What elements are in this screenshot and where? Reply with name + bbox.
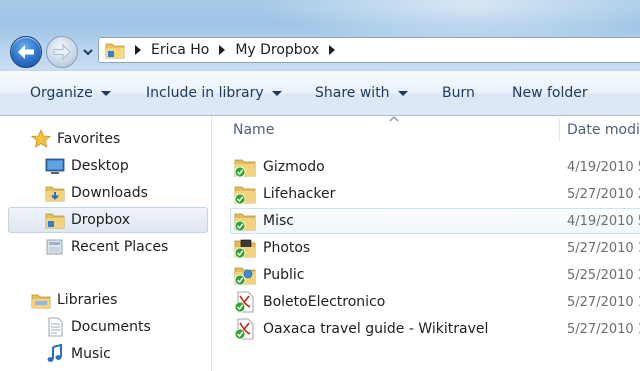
nav-favorites[interactable]: Favorites: [8, 126, 208, 152]
file-row[interactable]: Photos 5/27/2010 1: [230, 235, 640, 261]
desktop-icon: [45, 158, 65, 174]
organize-menu[interactable]: Organize: [30, 71, 111, 115]
chevron-down-icon: [83, 49, 93, 56]
pdf-file-icon: [234, 318, 254, 340]
file-row[interactable]: Lifehacker 5/27/2010 2: [230, 181, 640, 207]
file-date-modified: 5/27/2010 1: [567, 294, 640, 310]
breadcrumb-separator[interactable]: [135, 45, 141, 55]
file-name: Lifehacker: [263, 186, 336, 202]
nav-downloads[interactable]: Downloads: [8, 180, 208, 206]
include-in-library-label: Include in library: [146, 85, 264, 101]
navigation-pane: Favorites Desktop Downloads Dropbox Rece…: [0, 116, 212, 371]
libraries-icon: [31, 294, 51, 309]
file-name: Gizmodo: [263, 159, 325, 175]
nav-music-label: Music: [71, 346, 111, 362]
include-in-library-menu[interactable]: Include in library: [146, 71, 282, 115]
nav-desktop-label: Desktop: [71, 158, 129, 174]
dropbox-public-folder-icon: [234, 267, 256, 286]
caret-down-icon: [271, 90, 282, 96]
column-header-name[interactable]: Name: [233, 116, 274, 144]
back-arrow-icon: [18, 45, 34, 59]
window-chrome: Erica Ho My Dropbox: [0, 0, 640, 70]
new-folder-label: New folder: [512, 85, 588, 101]
forward-arrow-icon: [53, 44, 71, 60]
caret-down-icon: [397, 90, 408, 96]
organize-label: Organize: [30, 85, 93, 101]
dropbox-folder-icon: [234, 186, 256, 205]
new-folder-button[interactable]: New folder: [512, 71, 588, 115]
breadcrumb-my-dropbox[interactable]: My Dropbox: [235, 42, 319, 58]
file-date-modified: 4/19/2010 5: [567, 213, 640, 229]
nav-music[interactable]: Music: [8, 341, 208, 367]
file-name: Misc: [263, 213, 294, 229]
burn-label: Burn: [442, 85, 475, 101]
recent-places-icon: [46, 239, 63, 255]
nav-dropbox[interactable]: Dropbox: [8, 207, 208, 233]
file-row[interactable]: Oaxaca travel guide - Wikitravel 5/27/201…: [230, 316, 640, 342]
breadcrumb-erica-ho[interactable]: Erica Ho: [151, 42, 209, 58]
nav-libraries[interactable]: Libraries: [8, 287, 208, 313]
nav-documents[interactable]: Documents: [8, 314, 208, 340]
star-icon: [31, 129, 51, 148]
breadcrumb-separator[interactable]: [219, 45, 226, 55]
dropbox-photos-folder-icon: [234, 239, 256, 259]
file-date-modified: 4/19/2010 5: [567, 159, 640, 175]
file-row[interactable]: Misc 4/19/2010 5: [230, 208, 640, 234]
caret-down-icon: [100, 90, 111, 96]
file-row[interactable]: Gizmodo 4/19/2010 5: [230, 154, 640, 180]
pdf-file-icon: [234, 291, 254, 313]
burn-button[interactable]: Burn: [442, 71, 475, 115]
column-header-date-modified[interactable]: Date modifi: [567, 116, 640, 144]
dropbox-folder-icon: [105, 43, 125, 59]
back-button[interactable]: [10, 36, 42, 68]
documents-icon: [48, 317, 63, 337]
music-note-icon: [47, 344, 62, 362]
nav-documents-label: Documents: [71, 319, 151, 335]
address-bar[interactable]: Erica Ho My Dropbox: [98, 37, 640, 63]
file-row[interactable]: Public 5/25/2010 3: [230, 262, 640, 288]
nav-favorites-label: Favorites: [57, 131, 121, 147]
file-list: Name Date modifi Gizmodo 4/19/2010 5 Lifeh…: [212, 116, 640, 371]
file-date-modified: 5/25/2010 3: [567, 267, 640, 283]
share-with-label: Share with: [315, 85, 390, 101]
nav-downloads-label: Downloads: [71, 185, 148, 201]
breadcrumb-separator[interactable]: [329, 45, 336, 55]
dropbox-folder-icon: [45, 213, 65, 229]
nav-recent-places[interactable]: Recent Places: [8, 234, 208, 260]
column-divider[interactable]: [559, 118, 560, 142]
sort-ascending-icon: [389, 116, 399, 122]
file-name: BoletoElectronico: [263, 294, 386, 310]
nav-dropbox-label: Dropbox: [71, 212, 130, 228]
file-row[interactable]: BoletoElectronico 5/27/2010 1: [230, 289, 640, 315]
dropbox-folder-icon: [234, 213, 256, 232]
command-bar: Organize Include in library Share with B…: [0, 70, 640, 116]
file-name: Photos: [263, 240, 311, 256]
dropbox-folder-icon: [234, 159, 256, 178]
share-with-menu[interactable]: Share with: [315, 71, 408, 115]
forward-button[interactable]: [46, 36, 78, 68]
nav-recent-places-label: Recent Places: [71, 239, 169, 255]
file-date-modified: 5/27/2010 1: [567, 240, 640, 256]
file-name: Public: [263, 267, 305, 283]
file-date-modified: 5/27/2010 2: [567, 186, 640, 202]
file-name: Oaxaca travel guide - Wikitravel: [263, 321, 489, 337]
file-date-modified: 5/27/2010 1: [567, 321, 640, 337]
recent-pages-dropdown[interactable]: [82, 46, 94, 58]
nav-libraries-label: Libraries: [57, 292, 118, 308]
downloads-folder-icon: [45, 186, 65, 202]
nav-desktop[interactable]: Desktop: [8, 153, 208, 179]
